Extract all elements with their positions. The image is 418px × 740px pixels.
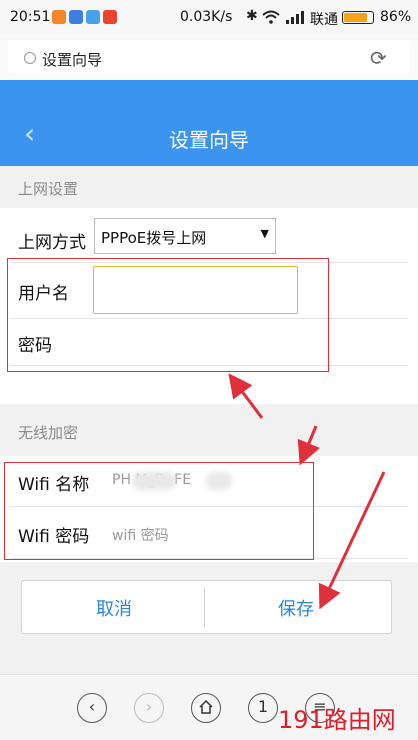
forward-icon[interactable]: ›	[134, 693, 164, 723]
home-icon[interactable]	[191, 693, 221, 723]
annotation-arrows	[228, 373, 386, 610]
tabs-icon[interactable]: 1	[248, 693, 278, 723]
annotation-arrow	[297, 425, 320, 466]
watermark-text: 191路由网	[278, 706, 396, 734]
back-icon[interactable]: ‹	[77, 693, 107, 723]
annotation-arrow	[318, 471, 386, 610]
annotation-arrow	[228, 373, 264, 419]
